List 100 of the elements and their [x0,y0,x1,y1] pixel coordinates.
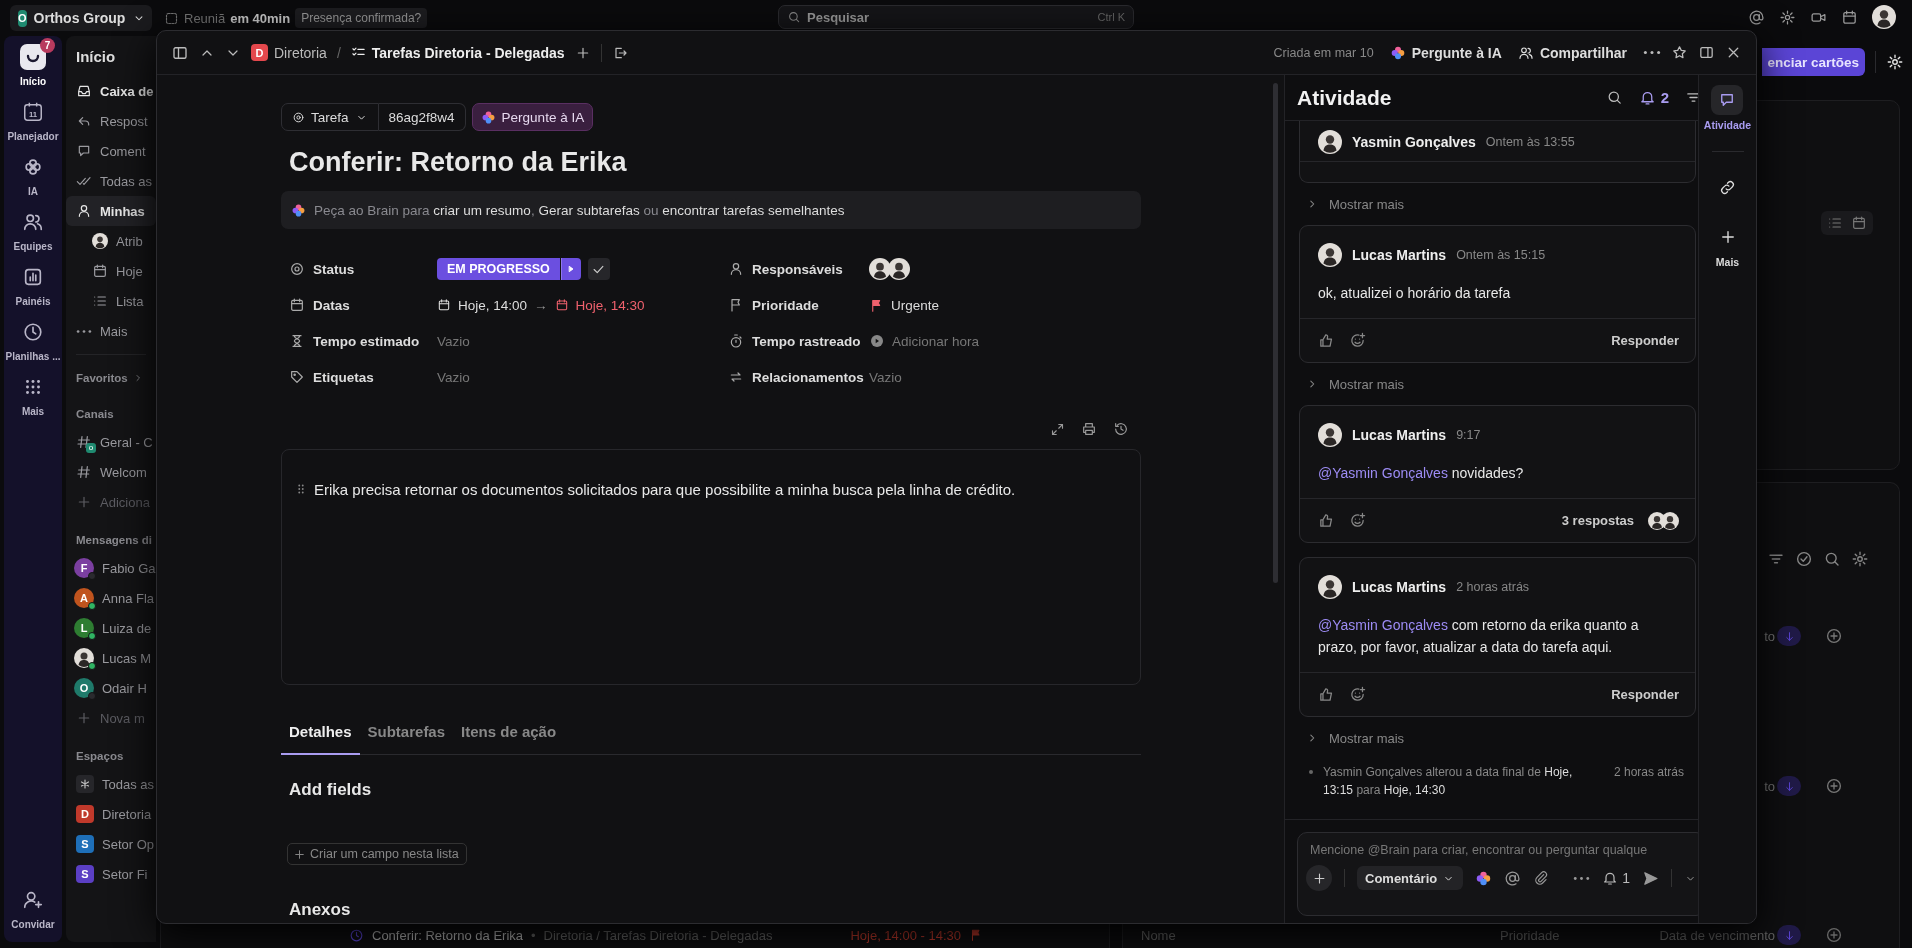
priority-value[interactable]: Urgente [891,297,940,313]
author-name[interactable]: Lucas Martins [1352,579,1447,595]
description-editor[interactable]: Erika precisa retornar os documentos solicitados para que possibilite a minha busca pela linha de crédito. [281,449,1141,685]
notify-button[interactable]: 1 [1602,870,1631,886]
breadcrumb-link[interactable]: D Diretoria [251,44,327,61]
check-circle-icon[interactable] [1795,550,1813,568]
sidebar-item[interactable]: Minhas [66,196,156,226]
share-button[interactable]: Compartilhar [1539,44,1627,61]
scrollbar[interactable] [1273,83,1278,583]
start-date[interactable]: Hoje, 14:00 [458,297,528,313]
dots-icon[interactable] [1643,50,1661,55]
complete-button[interactable] [587,258,610,280]
next-status-button[interactable] [560,258,581,280]
sidebar-item[interactable]: o Geral - C [66,427,156,457]
calendar-icon[interactable] [1841,8,1858,26]
task-id[interactable]: 86ag2f8w4 [378,103,466,131]
section-title[interactable]: Favoritos [66,365,144,391]
plus-circle-icon[interactable] [1825,627,1843,645]
plus-circle-icon[interactable] [1825,926,1843,944]
add-button[interactable] [1306,865,1332,891]
calendar-icon[interactable] [1851,215,1867,231]
create-field-button[interactable]: Criar um campo nesta lista [287,843,467,865]
reply-button[interactable]: Responder [1611,687,1680,702]
sidebar-item[interactable]: Lucas M [66,643,156,673]
show-more-button[interactable]: Mostrar mais [1299,183,1405,225]
send-icon[interactable] [1642,869,1660,887]
emoji-add-icon[interactable] [1349,332,1366,349]
action-link[interactable]: criar um resumo [433,202,531,218]
rail-item[interactable]: Mais [5,372,61,417]
split-panel-icon[interactable] [1698,44,1715,61]
rail-item[interactable]: Painéis [5,262,61,307]
sidebar-item[interactable]: Lista [66,286,156,316]
empty-value[interactable]: Vazio [437,369,470,385]
notifications-button[interactable]: 2 [1638,89,1670,106]
empty-value[interactable]: Vazio [437,333,470,349]
tab[interactable]: Detalhes [281,709,360,755]
workspace-switcher[interactable]: O Orthos Group [10,5,152,31]
rail-item[interactable]: Convidar [5,885,61,930]
empty-value[interactable]: Vazio [869,369,902,385]
rail-item[interactable]: IA [5,152,61,197]
ask-ai-button[interactable]: Pergunte à IA [471,103,594,131]
sidebar-item[interactable]: Todas as [66,166,156,196]
tab[interactable]: Itens de ação [453,709,565,755]
gear-icon[interactable] [1779,8,1796,26]
emoji-add-icon[interactable] [1349,686,1366,703]
add-time-link[interactable]: Adicionar hora [892,333,980,349]
emoji-add-icon[interactable] [1349,512,1366,529]
task-type-selector[interactable]: Tarefa [281,103,379,131]
sidebar-item[interactable]: A Anna Fla [66,583,156,613]
sidebar-item[interactable]: Todas as [66,769,156,799]
sidebar-item[interactable]: S Setor Op [66,829,156,859]
sidebar-item[interactable]: Mais [66,316,156,346]
search-icon[interactable] [1823,550,1841,568]
task-name[interactable]: Conferir: Retorno da Erika [372,927,523,943]
printer-icon[interactable] [1081,421,1097,437]
plus-circle-icon[interactable] [1825,777,1843,795]
side-tab[interactable]: Mais [1711,222,1744,268]
mention-link[interactable]: @Yasmin Gonçalves [1318,617,1448,633]
sidebar-item[interactable]: Caixa de [66,76,156,106]
rail-item[interactable]: Planilhas ... [5,317,61,362]
manage-cards-button[interactable]: enciar cartões [1762,48,1865,76]
thumbs-up-icon[interactable] [1318,686,1335,703]
at-sign-icon[interactable] [1748,8,1765,26]
expand-icon[interactable] [1050,421,1065,437]
rsvp-chip[interactable]: Presença confirmada? [295,8,428,28]
dots-icon[interactable] [1573,875,1591,881]
breadcrumb-link[interactable]: Tarefas Diretoria - Delegadas [371,44,565,61]
due-date[interactable]: Hoje, 14:30 [575,297,645,313]
side-tab[interactable]: Atividade [1703,85,1752,131]
sidebar-item[interactable]: O Odair H [66,673,156,703]
action-link[interactable]: encontrar tarefas semelhantes [662,202,845,218]
at-sign-icon[interactable] [1504,869,1522,887]
sidebar-item[interactable]: F Fabio Ga [66,553,156,583]
sidebar-item[interactable]: S Setor Fi [66,859,156,889]
reply-button[interactable]: Responder [1611,333,1680,348]
paperclip-icon[interactable] [1533,870,1550,886]
thumbs-up-icon[interactable] [1318,332,1335,349]
search-input[interactable]: Pesquisar [807,9,1092,25]
author-name[interactable]: Lucas Martins [1352,247,1447,263]
sidebar-item[interactable]: Respost [66,106,156,136]
sidebar-item[interactable]: Coment [66,136,156,166]
star-icon[interactable] [1671,44,1688,61]
ask-ai-button[interactable]: Pergunte à IA [1411,44,1502,61]
show-more-button[interactable]: Mostrar mais [1299,363,1405,405]
sidebar-item[interactable]: L Luiza de [66,613,156,643]
author-name[interactable]: Yasmin Gonçalves [1352,134,1476,150]
comment-input[interactable]: Mencione @Brain para criar, encontrar ou perguntar qualque [1310,843,1698,857]
replies-link[interactable]: 3 respostas [1561,513,1635,528]
show-more-button[interactable]: Mostrar mais [1299,717,1405,759]
action-link[interactable]: Gerar subtarefas [538,202,640,218]
sidebar-item[interactable]: Welcom [66,457,156,487]
mention-link[interactable]: @Yasmin Gonçalves [1318,465,1448,481]
history-icon[interactable] [1113,421,1129,437]
sidebar-item[interactable]: Atrib [66,226,156,256]
thumbs-up-icon[interactable] [1318,512,1335,529]
tab[interactable]: Subtarefas [359,709,454,755]
status-button[interactable]: EM PROGRESSO [437,258,560,280]
task-title[interactable]: Conferir: Retorno da Erika [281,145,1141,179]
comment-type-dropdown[interactable]: Comentário [1357,866,1464,890]
sidebar-item[interactable]: Hoje [66,256,156,286]
